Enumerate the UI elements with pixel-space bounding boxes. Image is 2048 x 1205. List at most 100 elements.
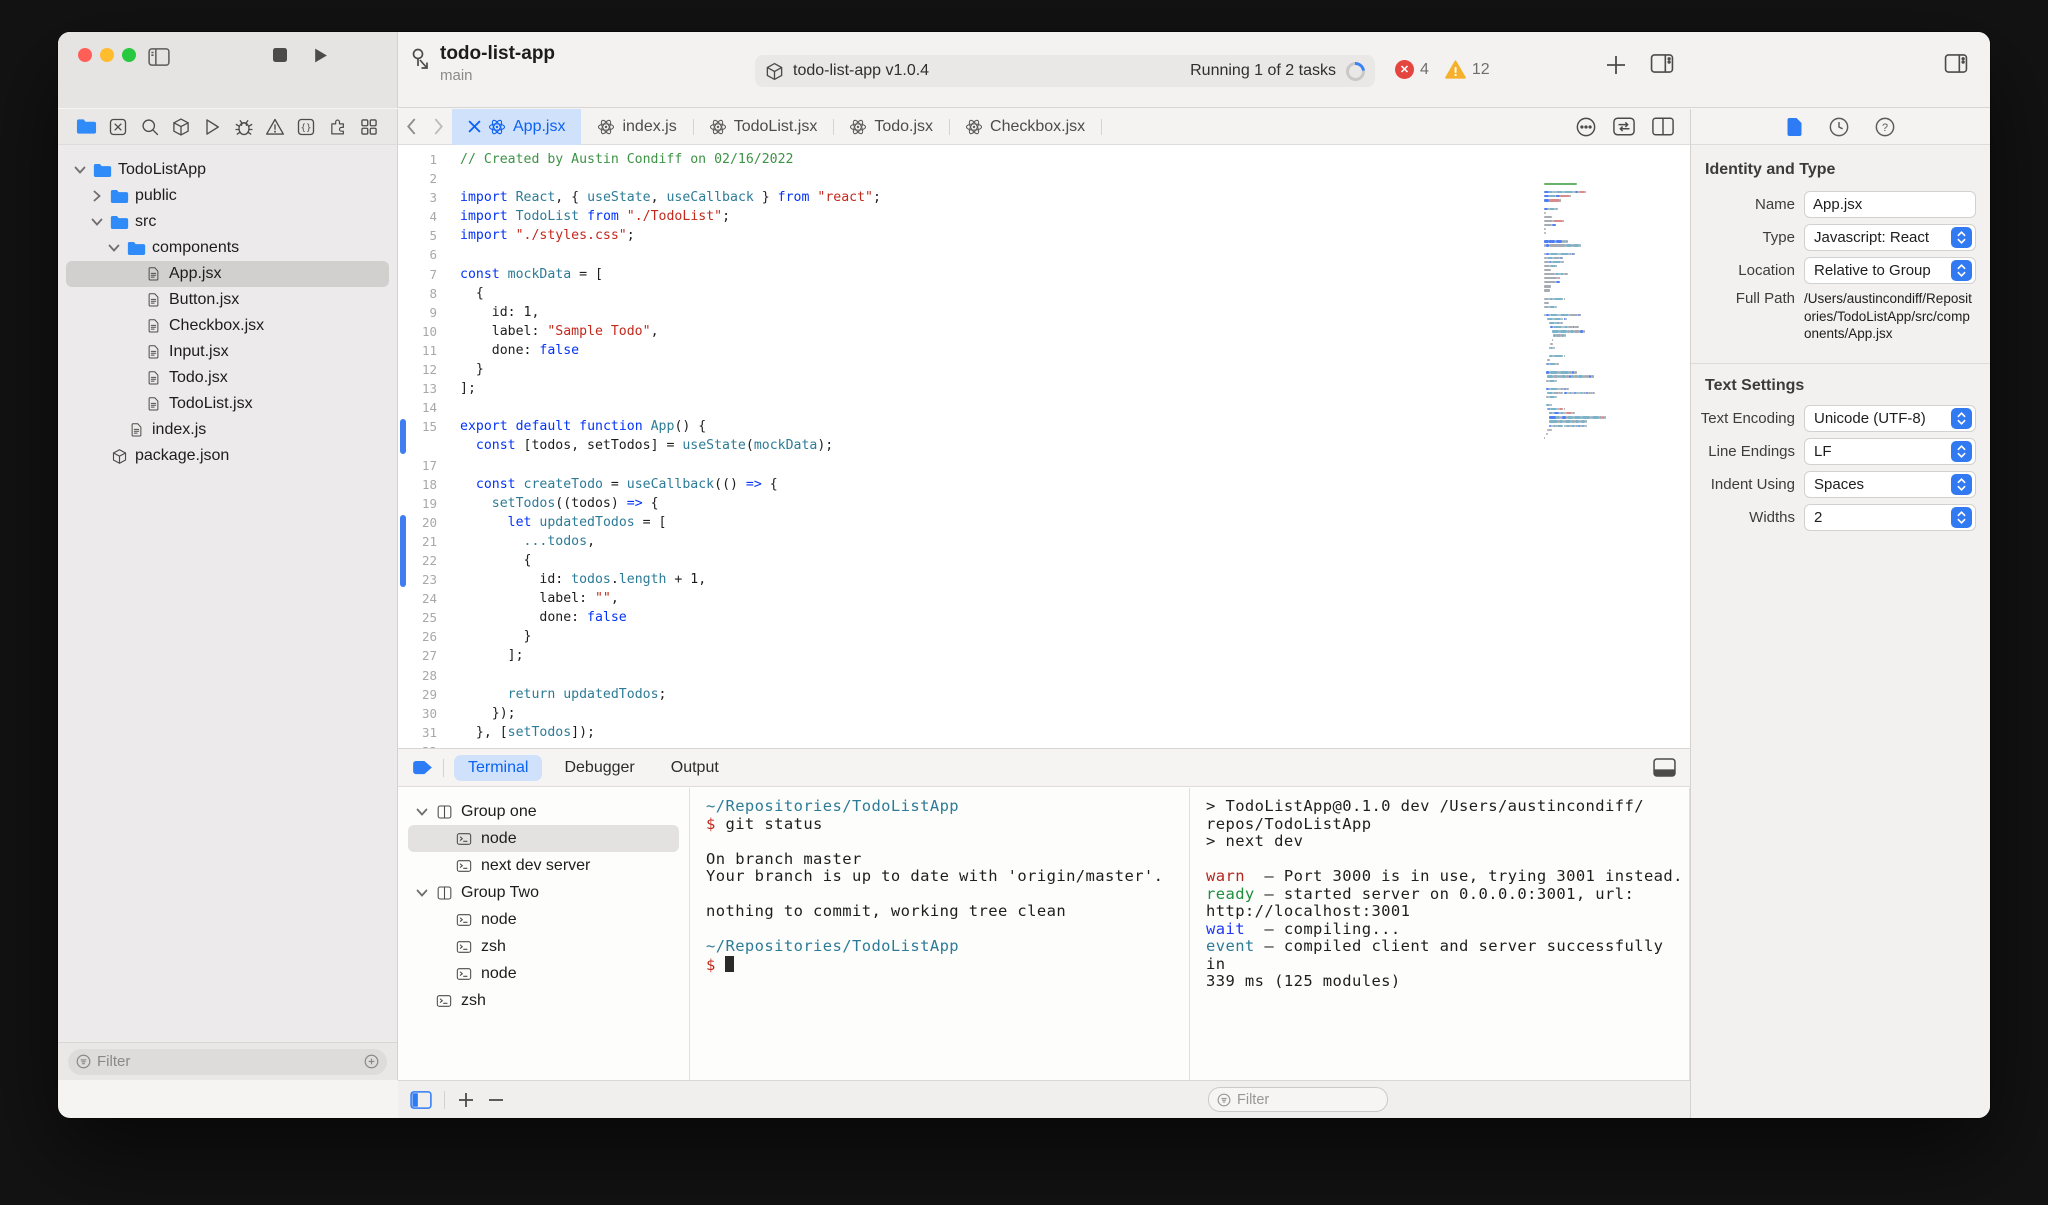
code-line[interactable]: 22 { [398, 551, 1544, 570]
terminal-filter-input[interactable] [1237, 1091, 1347, 1108]
chevron-right-icon[interactable] [87, 190, 107, 202]
terminal-session-group-two[interactable]: Group Two [408, 879, 679, 906]
back-icon[interactable] [398, 118, 425, 135]
toggle-inspector-icon[interactable] [1944, 54, 1968, 73]
code-line[interactable]: 11 done: false [398, 341, 1544, 360]
split-editor-icon[interactable] [1652, 117, 1674, 136]
text-encoding-select[interactable]: Unicode (UTF-8) [1804, 405, 1976, 432]
file-tree-item-public[interactable]: public [66, 183, 389, 209]
code-line[interactable]: 19 setTodos((todos) => { [398, 494, 1544, 513]
chevron-down-icon[interactable] [70, 166, 90, 174]
terminal-session-zsh[interactable]: zsh [408, 933, 679, 960]
code-line[interactable]: 28 [398, 666, 1544, 685]
location-select[interactable]: Relative to Group [1804, 257, 1976, 284]
terminal-output-left[interactable]: ~/Repositories/TodoListApp $ git status On… [690, 788, 1190, 1080]
add-terminal-icon[interactable] [457, 1091, 475, 1109]
activity-status-bar[interactable]: todo-list-app v1.0.4 Running 1 of 2 task… [755, 55, 1375, 87]
terminal-session-node[interactable]: node [408, 906, 679, 933]
file-tree-item-todolist-jsx[interactable]: TodoList.jsx [66, 391, 389, 417]
terminal-session-next-dev-server[interactable]: next dev server [408, 852, 679, 879]
terminal-output-right[interactable]: > TodoListApp@0.1.0 dev /Users/austincon… [1190, 788, 1690, 1080]
code-editor[interactable]: 1// Created by Austin Condiff on 02/16/2… [398, 145, 1690, 748]
warning-badge[interactable]: 12 [1445, 60, 1490, 79]
code-line[interactable]: 15 export default function App() { [398, 417, 1544, 436]
history-inspector-tab-icon[interactable] [1829, 117, 1849, 137]
source-control-navigator-icon[interactable] [108, 117, 128, 137]
code-line[interactable]: 10 label: "Sample Todo", [398, 322, 1544, 341]
code-line[interactable]: 26 } [398, 627, 1544, 646]
chevron-down-icon[interactable] [87, 218, 107, 226]
code-line[interactable]: 6 [398, 245, 1544, 264]
grid-navigator-icon[interactable] [359, 117, 379, 137]
remove-terminal-icon[interactable] [487, 1091, 505, 1109]
file-tree-item-components[interactable]: components [66, 235, 389, 261]
help-inspector-tab-icon[interactable]: ? [1875, 117, 1895, 137]
terminal-filter-field[interactable] [1208, 1087, 1388, 1112]
navigator-filter-input[interactable] [97, 1053, 358, 1070]
terminal-session-zsh[interactable]: zsh [408, 987, 679, 1014]
code-line[interactable]: 2 [398, 169, 1544, 188]
forward-icon[interactable] [425, 118, 452, 135]
code-line[interactable]: 3 import React, { useState, useCallback }… [398, 188, 1544, 207]
code-line[interactable]: 23 id: todos.length + 1, [398, 570, 1544, 589]
zoom-window-button[interactable] [122, 48, 136, 62]
navigator-filter-field[interactable] [68, 1048, 387, 1075]
dock-tag-icon[interactable] [412, 760, 433, 775]
dock-tab-debugger[interactable]: Debugger [550, 755, 648, 781]
file-tree-item-todo-jsx[interactable]: Todo.jsx [66, 365, 389, 391]
toggle-right-sidebar-icon[interactable] [1650, 54, 1674, 73]
code-line[interactable]: const [todos, setTodos] = useState(mockD… [398, 436, 1544, 455]
editor-tab-index-js[interactable]: index.js [581, 109, 694, 145]
file-tree-item-input-jsx[interactable]: Input.jsx [66, 339, 389, 365]
toggle-left-sidebar-icon[interactable] [148, 48, 170, 66]
file-tree-item-package-json[interactable]: package.json [66, 443, 389, 469]
file-tree-item-button-jsx[interactable]: Button.jsx [66, 287, 389, 313]
file-tree-item-app-jsx[interactable]: App.jsx [66, 261, 389, 287]
code-line[interactable]: 18 const createTodo = useCallback(() => … [398, 475, 1544, 494]
code-line[interactable]: 13]; [398, 379, 1544, 398]
code-line[interactable]: 8 { [398, 284, 1544, 303]
code-line[interactable]: 21 ...todos, [398, 532, 1544, 551]
chevron-down-icon[interactable] [412, 889, 432, 897]
file-tree-item-index-js[interactable]: index.js [66, 417, 389, 443]
editor-tab-app-jsx[interactable]: App.jsx [452, 108, 582, 145]
code-line[interactable]: 12 } [398, 360, 1544, 379]
swap-editor-icon[interactable] [1613, 117, 1635, 136]
editor-tab-todo-jsx[interactable]: Todo.jsx [833, 109, 951, 145]
branch-name[interactable]: main [440, 67, 555, 85]
run-navigator-icon[interactable] [202, 117, 222, 137]
run-button[interactable] [312, 47, 329, 64]
terminal-session-node[interactable]: node [408, 960, 679, 987]
extensions-navigator-icon[interactable] [328, 117, 348, 137]
minimap[interactable] [1544, 182, 1634, 440]
close-window-button[interactable] [78, 48, 92, 62]
code-line[interactable]: 9 id: 1, [398, 303, 1544, 322]
symbols-navigator-icon[interactable]: {} [296, 117, 316, 137]
widths-select[interactable]: 2 [1804, 504, 1976, 531]
code-line[interactable]: 25 done: false [398, 608, 1544, 627]
collapse-dock-icon[interactable] [1653, 758, 1676, 777]
file-tree-item-checkbox-jsx[interactable]: Checkbox.jsx [66, 313, 389, 339]
code-line[interactable]: 17 [398, 456, 1544, 475]
file-tree-item-todolistapp[interactable]: TodoListApp [66, 157, 389, 183]
code-line[interactable]: 7 const mockData = [ [398, 265, 1544, 284]
add-button[interactable] [1605, 54, 1627, 76]
chevron-down-icon[interactable] [412, 808, 432, 816]
issue-badges[interactable]: ✕ 4 12 [1395, 60, 1490, 79]
error-badge[interactable]: ✕ 4 [1395, 60, 1429, 79]
stop-button[interactable] [272, 47, 288, 63]
name-field[interactable] [1804, 191, 1976, 218]
code-line[interactable]: 4 import TodoList from "./TodoList"; [398, 207, 1544, 226]
code-line[interactable]: 27 ]; [398, 646, 1544, 665]
terminal-session-group-one[interactable]: Group one [408, 798, 679, 825]
package-navigator-icon[interactable] [171, 117, 191, 137]
code-line[interactable]: 1// Created by Austin Condiff on 02/16/2… [398, 150, 1544, 169]
file-tree-item-src[interactable]: src [66, 209, 389, 235]
line-endings-select[interactable]: LF [1804, 438, 1976, 465]
more-options-icon[interactable] [1576, 117, 1596, 137]
code-line[interactable]: 30 }); [398, 704, 1544, 723]
dock-tab-output[interactable]: Output [657, 755, 733, 781]
code-content[interactable]: 1// Created by Austin Condiff on 02/16/2… [398, 150, 1544, 748]
dock-tab-terminal[interactable]: Terminal [454, 754, 543, 781]
debug-navigator-icon[interactable] [234, 117, 254, 137]
